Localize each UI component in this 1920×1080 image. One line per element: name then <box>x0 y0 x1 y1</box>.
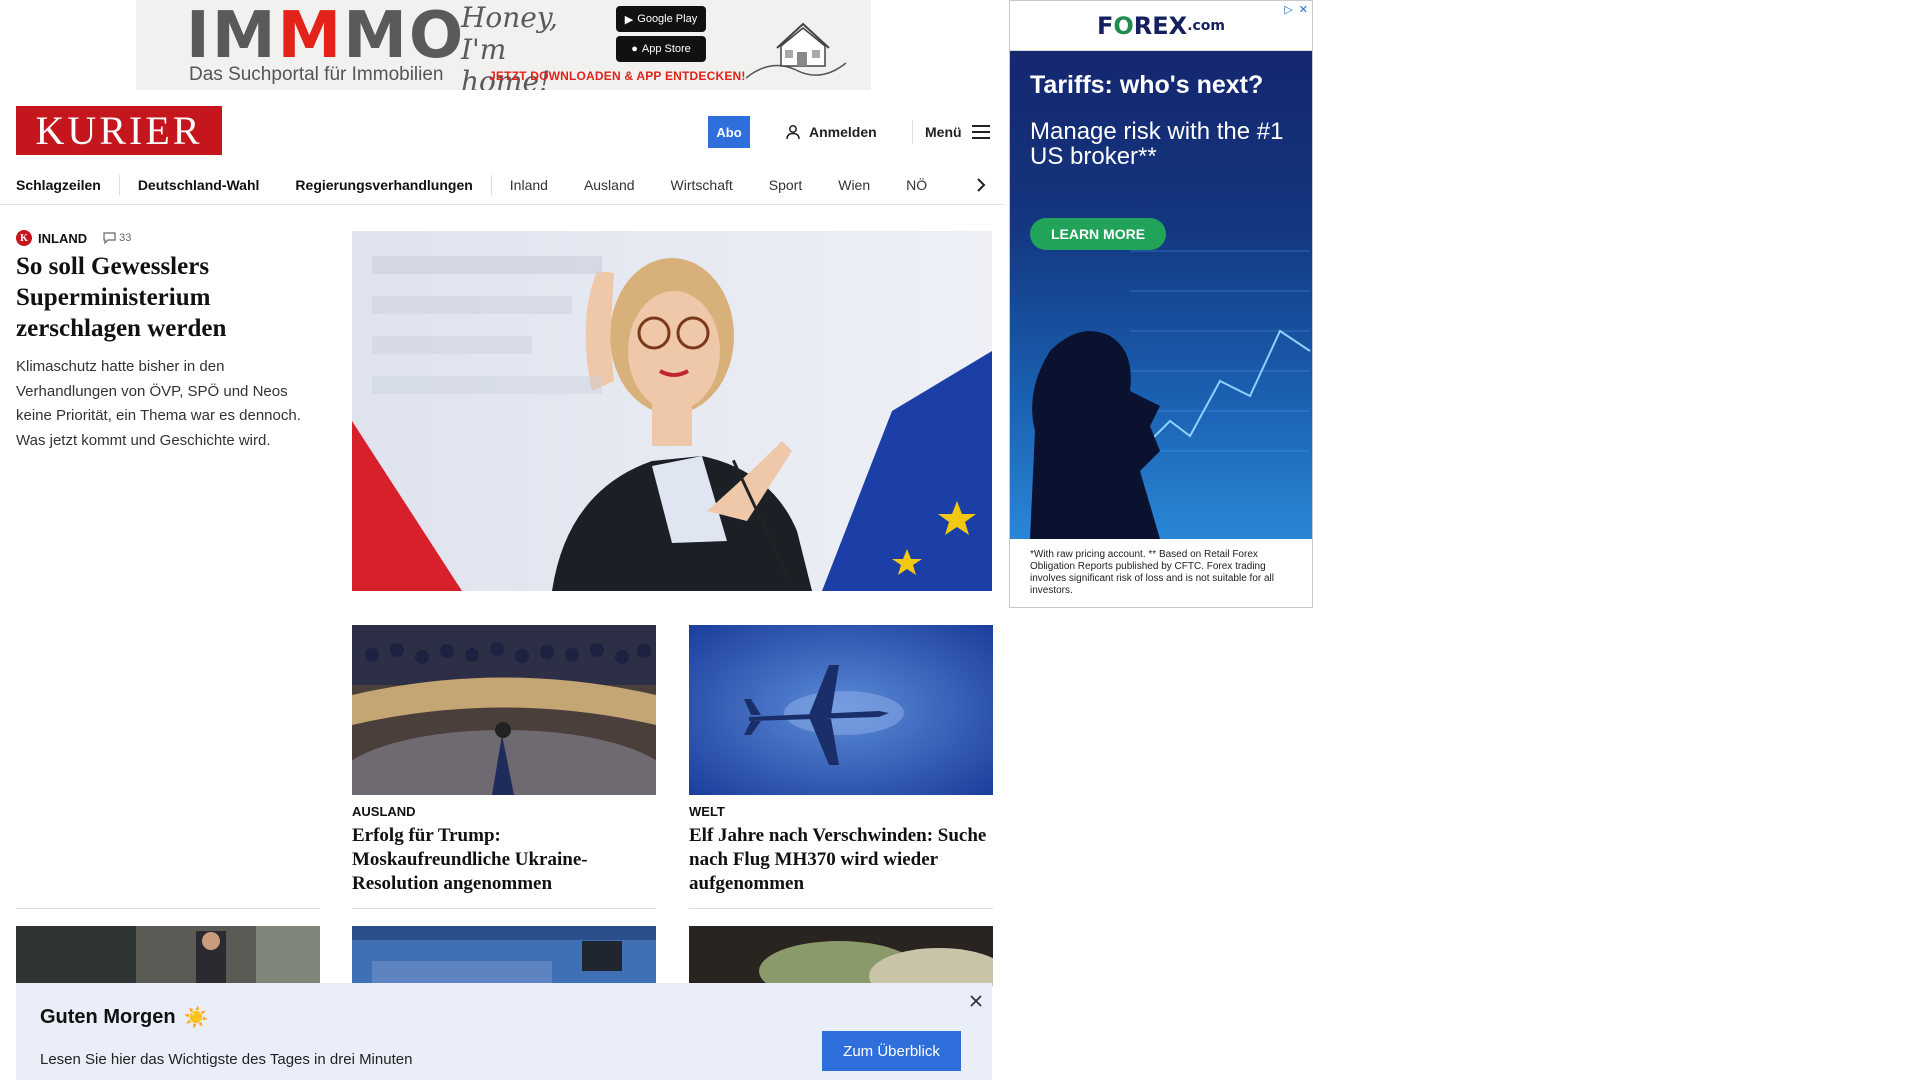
briefing-title: Guten Morgen ☀️ <box>40 1006 209 1029</box>
hamburger-icon <box>971 125 990 139</box>
nav-item-wien[interactable]: Wien <box>820 175 888 195</box>
ad-headline: Tariffs: who's next? <box>1030 71 1264 99</box>
nav-item-wirtschaft[interactable]: Wirtschaft <box>653 175 751 195</box>
nav-item-noe[interactable]: NÖ <box>888 175 945 195</box>
lead-headline[interactable]: So soll Gewesslers Superministerium zers… <box>16 251 306 344</box>
nav-divider <box>0 204 1004 205</box>
top-ad-banner[interactable]: IMMMO Das Suchportal für Immobilien Hone… <box>136 0 871 90</box>
close-banner-button[interactable] <box>966 991 986 1011</box>
login-button[interactable]: Anmelden <box>785 116 877 148</box>
user-icon <box>786 125 800 140</box>
teaser-kicker-ausland[interactable]: AUSLAND <box>352 804 416 819</box>
menu-label: Menü <box>925 124 962 140</box>
ad-disclaimer: *With raw pricing account. ** Based on R… <box>1030 549 1275 596</box>
kurier-plus-badge: K <box>16 230 32 246</box>
menu-button[interactable]: Menü <box>925 116 990 148</box>
lead-section-label: INLAND <box>38 230 88 246</box>
ad-body: Tariffs: who's next? Manage risk with th… <box>1010 51 1312 539</box>
nav-item-schlagzeilen[interactable]: Schlagzeilen <box>16 175 120 195</box>
comment-count[interactable]: 33 <box>103 232 131 244</box>
nav-item-deutschland-wahl[interactable]: Deutschland-Wahl <box>120 175 278 195</box>
lead-kicker[interactable]: K INLAND 33 <box>16 230 131 246</box>
apple-icon: ● <box>631 43 638 55</box>
teaser-image-partial[interactable] <box>689 926 993 986</box>
forex-logo: F O REX .com ▷ ✕ <box>1010 1 1312 51</box>
google-play-badge[interactable]: ▶ Google Play <box>616 6 706 32</box>
nav-item-sport[interactable]: Sport <box>751 175 820 195</box>
teaser-divider <box>689 908 993 909</box>
forex-side-ad[interactable]: F O REX .com ▷ ✕ Tariffs: who's next? Manag… <box>1009 0 1313 608</box>
overview-button[interactable]: Zum Überblick <box>822 1031 961 1071</box>
lead-teaser-text: Klimaschutz hatte bisher in den Verhandl… <box>16 358 301 449</box>
teaser-headline-trump[interactable]: Erfolg für Trump: Moskaufreundliche Ukra… <box>352 824 656 896</box>
ad-subheadline: Manage risk with the #1 US broker** <box>1030 118 1284 170</box>
comment-icon <box>103 232 116 244</box>
teaser-image-partial[interactable] <box>352 926 656 986</box>
teaser-divider <box>352 908 656 909</box>
learn-more-button[interactable]: LEARN MORE <box>1030 218 1166 250</box>
nav-item-ausland[interactable]: Ausland <box>566 175 653 195</box>
nav-scroll-right-button[interactable] <box>970 174 992 196</box>
ad-brand: IMMMO <box>186 0 466 73</box>
close-icon <box>970 995 982 1007</box>
abo-button[interactable]: Abo <box>708 116 750 148</box>
app-store-badge[interactable]: ● App Store <box>616 36 706 62</box>
login-label: Anmelden <box>809 124 877 140</box>
ad-choices[interactable]: ▷ ✕ <box>1284 3 1308 16</box>
nav-item-inland[interactable]: Inland <box>492 175 566 195</box>
house-in-hand-icon <box>745 22 847 79</box>
morning-briefing-banner: Guten Morgen ☀️ Lesen Sie hier das Wicht… <box>16 983 992 1080</box>
close-ad-icon[interactable]: ✕ <box>1299 3 1308 16</box>
teaser-image-partial[interactable] <box>16 926 320 986</box>
kurier-logo[interactable]: KURIER <box>16 106 222 155</box>
column-divider <box>16 908 320 909</box>
adchoices-icon[interactable]: ▷ <box>1284 3 1292 16</box>
play-icon: ▶ <box>624 13 634 26</box>
briefing-text: Lesen Sie hier das Wichtigste des Tages … <box>40 1051 413 1068</box>
chevron-right-icon <box>977 178 986 192</box>
section-nav: Schlagzeilen Deutschland-Wahl Regierungs… <box>16 168 992 202</box>
teaser-headline-mh370[interactable]: Elf Jahre nach Verschwinden: Suche nach … <box>689 824 993 896</box>
teaser-image-un-council[interactable] <box>352 625 656 795</box>
page: IMMMO Das Suchportal für Immobilien Hone… <box>0 0 1920 1080</box>
nav-item-regierungsverhandlungen[interactable]: Regierungsverhandlungen <box>277 175 492 195</box>
ad-tagline: Das Suchportal für Immobilien <box>189 64 444 85</box>
teaser-kicker-welt[interactable]: WELT <box>689 804 725 819</box>
ad-cta[interactable]: JETZT DOWNLOADEN & APP ENTDECKEN! <box>489 69 746 83</box>
header-divider <box>912 120 913 144</box>
sun-icon: ☀️ <box>183 1007 209 1029</box>
lead-image[interactable] <box>352 231 992 591</box>
teaser-image-plane-shadow[interactable] <box>689 625 993 795</box>
